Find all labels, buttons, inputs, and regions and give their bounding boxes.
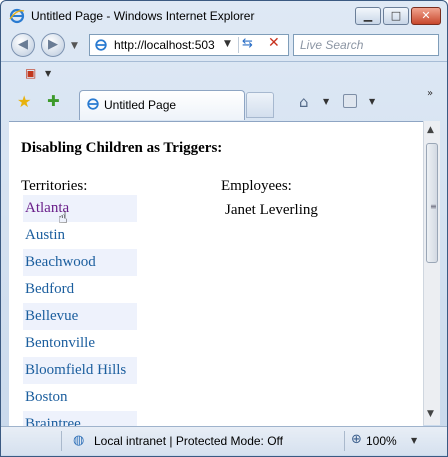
feeds-icon[interactable] — [343, 94, 357, 108]
territory-item[interactable]: Atlanta — [23, 195, 137, 222]
feeds-dropdown-icon[interactable]: ▼ — [369, 97, 375, 106]
scroll-thumb[interactable]: ≡ — [426, 143, 438, 263]
tools-dropdown-icon[interactable]: ▼ — [45, 69, 51, 78]
page-content: Disabling Children as Triggers: Territor… — [9, 121, 423, 426]
tools-icon[interactable]: ▣ — [25, 66, 36, 80]
address-text[interactable]: http://localhost:503 — [114, 38, 234, 52]
vertical-scrollbar[interactable]: ▲ ≡ ▼ — [423, 121, 440, 425]
back-button[interactable]: ◀ — [11, 33, 35, 57]
home-dropdown-icon[interactable]: ▼ — [323, 97, 329, 106]
status-bar: ◍ Local intranet | Protected Mode: Off ⊕… — [1, 426, 447, 455]
chevron-more-icon[interactable]: » — [427, 88, 433, 99]
hand-cursor-icon: ☝ — [58, 208, 68, 227]
browser-window: Untitled Page - Windows Internet Explore… — [0, 0, 448, 457]
window-title: Untitled Page - Windows Internet Explore… — [31, 9, 255, 23]
tab-label: Untitled Page — [104, 98, 177, 112]
search-placeholder: Live Search — [300, 38, 364, 52]
zoom-level[interactable]: 100% — [366, 434, 397, 448]
ie-logo-icon — [9, 8, 25, 24]
page-icon — [95, 39, 107, 51]
employees-label: Employees: — [221, 178, 292, 194]
scroll-down-icon[interactable]: ▼ — [427, 409, 434, 419]
maximize-icon: □ — [390, 9, 402, 22]
territory-item[interactable]: Bloomfield Hills — [23, 357, 137, 384]
forward-arrow-icon: ▶ — [48, 37, 58, 52]
territory-item[interactable]: Bedford — [23, 276, 137, 303]
refresh-icon[interactable]: ⇆ — [242, 36, 253, 51]
territory-item[interactable]: Beachwood — [23, 249, 137, 276]
star-icon[interactable]: ★ — [17, 92, 31, 111]
scroll-grip-icon: ≡ — [430, 202, 437, 211]
address-dropdown-icon[interactable]: ▼ — [224, 39, 231, 49]
globe-icon: ◍ — [73, 433, 85, 448]
minimize-button[interactable]: ▁ — [355, 7, 381, 25]
territory-list: Atlanta Austin Beachwood Bedford Bellevu… — [23, 195, 137, 426]
scroll-up-icon[interactable]: ▲ — [427, 125, 434, 135]
close-button[interactable]: ✕ — [411, 7, 441, 25]
territory-item[interactable]: Boston — [23, 384, 137, 411]
status-separator — [344, 431, 345, 451]
zoom-dropdown-icon[interactable]: ▼ — [411, 436, 417, 445]
add-favorite-icon[interactable]: ✚ — [47, 92, 60, 110]
minimize-icon: ▁ — [363, 9, 373, 22]
new-tab-button[interactable] — [246, 92, 274, 118]
territories-label: Territories: — [21, 178, 88, 194]
employee-name: Janet Leverling — [225, 202, 318, 218]
forward-button[interactable]: ▶ — [41, 33, 65, 57]
territory-item[interactable]: Bentonville — [23, 330, 137, 357]
title-bar: Untitled Page - Windows Internet Explore… — [1, 1, 447, 31]
address-bar[interactable]: http://localhost:503 ▼ ⇆ ✕ — [89, 34, 289, 56]
tab-untitled-page[interactable]: Untitled Page — [79, 90, 245, 120]
territory-item[interactable]: Braintree — [23, 411, 137, 426]
close-icon: ✕ — [421, 9, 431, 22]
home-icon[interactable]: ⌂ — [299, 93, 309, 111]
history-dropdown-icon[interactable]: ▼ — [71, 41, 78, 51]
status-separator — [61, 431, 62, 451]
navigation-bar: ◀ ▶ ▼ http://localhost:503 ▼ ⇆ ✕ Live Se… — [1, 31, 447, 61]
address-separator — [238, 37, 239, 53]
page-heading: Disabling Children as Triggers: — [21, 140, 223, 156]
zoom-icon[interactable]: ⊕ — [351, 432, 362, 447]
territory-item[interactable]: Bellevue — [23, 303, 137, 330]
security-zone-text[interactable]: Local intranet | Protected Mode: Off — [94, 434, 283, 448]
tab-page-icon — [87, 98, 99, 110]
tab-toolbar: ★ ✚ Untitled Page ⌂ ▼ ▼ » — [1, 86, 447, 120]
maximize-button[interactable]: □ — [383, 7, 409, 25]
search-box[interactable]: Live Search — [293, 34, 439, 56]
back-arrow-icon: ◀ — [18, 37, 28, 52]
territory-item[interactable]: Austin — [23, 222, 137, 249]
stop-icon[interactable]: ✕ — [268, 35, 280, 51]
command-toolbar: ▣ ▼ — [1, 61, 447, 86]
